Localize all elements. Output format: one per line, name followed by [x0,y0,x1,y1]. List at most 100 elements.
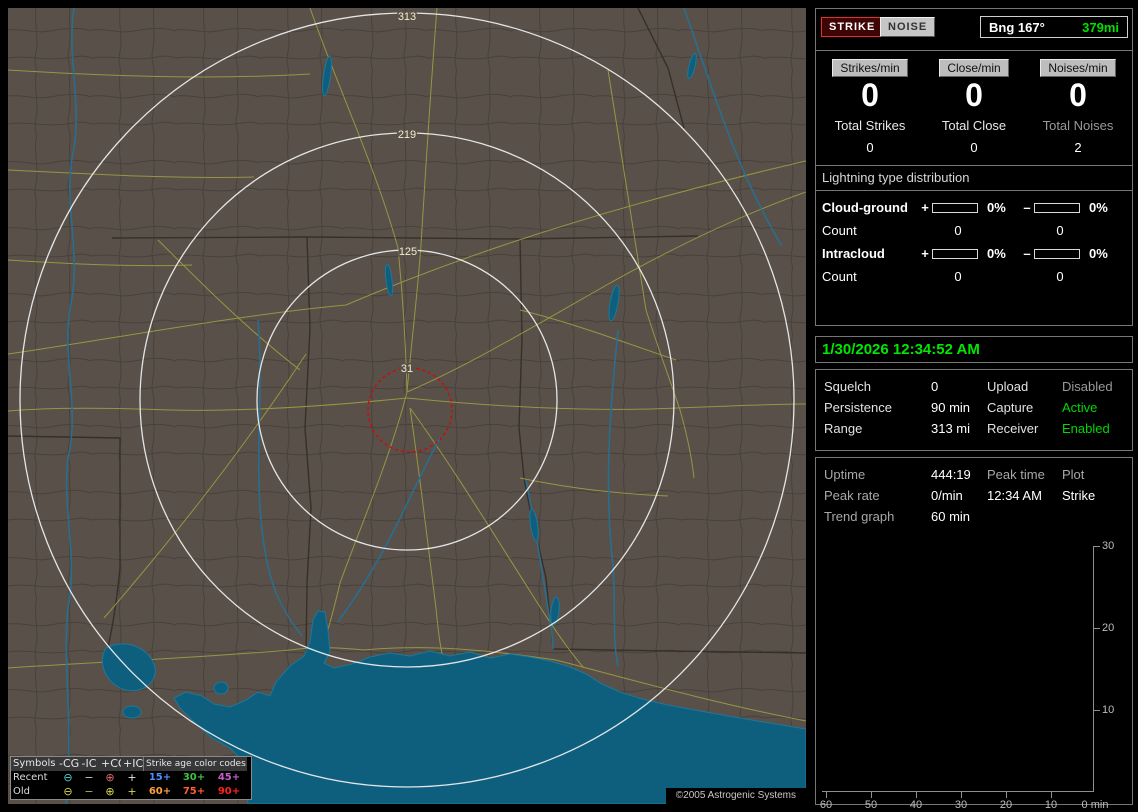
age-60: 60+ [148,786,172,797]
datetime-box: 1/30/2026 12:34:52 AM [815,336,1133,363]
trend-window-value: 60 min [931,509,971,524]
cg-minus-bar [1034,202,1080,213]
intracloud-label: Intracloud [822,246,885,261]
side-panel: STRIKE NOISE Bng 167° 379mi Strikes/min … [815,0,1138,812]
noises-per-min-value: 0 [1069,77,1087,113]
distribution-title: Lightning type distribution [816,166,1132,191]
cg-pos-old-icon: ⊕ [105,785,115,798]
strike-mode-button[interactable]: STRIKE [821,17,884,37]
close-per-min-column: Close/min 0 Total Close 0 [922,59,1026,155]
y-tick [1093,546,1100,547]
legend-col-cg-pos: +CG [99,757,127,771]
peak-rate-label: Peak rate [824,488,880,503]
plus-sign: + [921,200,929,215]
legend-col-ic-pos: +IC [121,757,144,771]
map-canvas: 313 219 125 31 [8,8,806,804]
x-tick [871,792,872,798]
strikes-per-min-value: 0 [861,77,879,113]
bearing-label: Bng 167° [989,19,1045,35]
close-per-min-button[interactable]: Close/min [939,59,1009,77]
bearing-readout: Bng 167° 379mi [980,16,1128,38]
ic-plus-bar [932,248,978,259]
squelch-value: 0 [931,379,939,394]
ring-label-125: 125 [399,246,417,258]
noises-per-min-button[interactable]: Noises/min [1040,59,1116,77]
ic-minus-bar [1034,248,1080,259]
ic-neg-recent-icon: − [84,771,94,784]
legend-col-ic-neg: -IC [79,757,99,771]
cg-minus-percent: 0% [1089,200,1108,215]
x-tick-label: 0 min [1081,799,1109,811]
x-tick-label: 40 [909,799,923,811]
rates-row: Strikes/min 0 Total Strikes 0 Close/min … [816,51,1132,155]
status-row: Range 313 mi Receiver Enabled [824,419,1124,440]
strikes-per-min-button[interactable]: Strikes/min [832,59,908,77]
stats-row: Trend graph 60 min [824,507,1124,528]
legend-age-header: Strike age color codes [143,757,247,771]
cg-count-label: Count [822,223,857,238]
status-box: Squelch 0 Upload Disabled Persistence 90… [815,369,1133,451]
status-row: Squelch 0 Upload Disabled [824,377,1124,398]
cg-pos-recent-icon: ⊕ [105,771,115,784]
y-tick [1093,710,1100,711]
uptime-value: 444:19 [931,467,971,482]
ic-plus-percent: 0% [987,246,1006,261]
receiver-status: Enabled [1062,421,1110,436]
legend-symbols-header: Symbols [11,757,57,771]
range-label: Range [824,421,863,436]
lightning-distribution-section: Lightning type distribution Cloud-ground… [816,165,1132,284]
strike-map[interactable]: 313 219 125 31 Symbols -CG -IC +CG +IC S… [8,8,806,804]
legend-col-cg-neg: -CG [57,757,80,771]
ic-minus-percent: 0% [1089,246,1108,261]
x-tick [1051,792,1052,798]
trend-graph-label: Trend graph [824,509,895,524]
peak-rate-value: 0/min [931,488,963,503]
distribution-grid: Cloud-ground + 0% – 0% Count 0 0 Intracl… [816,191,1132,284]
copyright-text: ©2005 Astrogenic Systems [665,788,806,804]
cg-plus-count: 0 [954,223,962,238]
total-close-label: Total Close [941,118,1007,133]
legend-row-recent-label: Recent [13,772,48,783]
bearing-range-value: 379mi [1082,19,1119,35]
total-strikes-value: 0 [866,140,874,155]
ring-label-31: 31 [401,363,413,375]
total-strikes-label: Total Strikes [834,118,906,133]
capture-label: Capture [987,400,1034,415]
ic-pos-old-icon: + [127,785,137,798]
strikes-per-min-column: Strikes/min 0 Total Strikes 0 [818,59,922,155]
persistence-label: Persistence [824,400,892,415]
plot-value: Strike [1062,488,1096,503]
trend-box: Uptime 444:19 Peak time Plot Peak rate 0… [815,457,1133,811]
plot-label: Plot [1062,467,1085,482]
lightning-detector-window: 313 219 125 31 Symbols -CG -IC +CG +IC S… [0,0,1138,812]
trend-chart: 30 20 10 60 50 40 30 20 10 0 min [820,540,1114,811]
x-tick [1006,792,1007,798]
ic-count-label: Count [822,269,857,284]
ring-label-219: 219 [398,129,416,141]
cg-minus-count: 0 [1056,223,1064,238]
age-15: 15+ [148,772,172,783]
counters-box: STRIKE NOISE Bng 167° 379mi Strikes/min … [815,8,1133,326]
noise-mode-button[interactable]: NOISE [880,17,936,37]
ring-label-313: 313 [398,11,416,23]
uptime-label: Uptime [824,467,866,482]
stats-row: Peak rate 0/min 12:34 AM Strike [824,486,1124,507]
x-tick [826,792,827,798]
ic-neg-old-icon: − [84,785,94,798]
stats-row: Uptime 444:19 Peak time Plot [824,465,1124,486]
x-tick-label: 10 [1044,799,1058,811]
receiver-label: Receiver [987,421,1039,436]
x-tick [961,792,962,798]
x-tick-label: 30 [954,799,968,811]
peak-time-value: 12:34 AM [987,488,1042,503]
range-value: 313 mi [931,421,971,436]
cg-plus-percent: 0% [987,200,1006,215]
y-tick-label: 30 [1102,540,1115,552]
total-noises-value: 2 [1074,140,1082,155]
age-90: 90+ [217,786,241,797]
x-tick [916,792,917,798]
noises-per-min-column: Noises/min 0 Total Noises 2 [1026,59,1130,155]
total-noises-label: Total Noises [1042,118,1114,133]
persistence-value: 90 min [931,400,971,415]
y-tick-label: 10 [1102,704,1115,716]
